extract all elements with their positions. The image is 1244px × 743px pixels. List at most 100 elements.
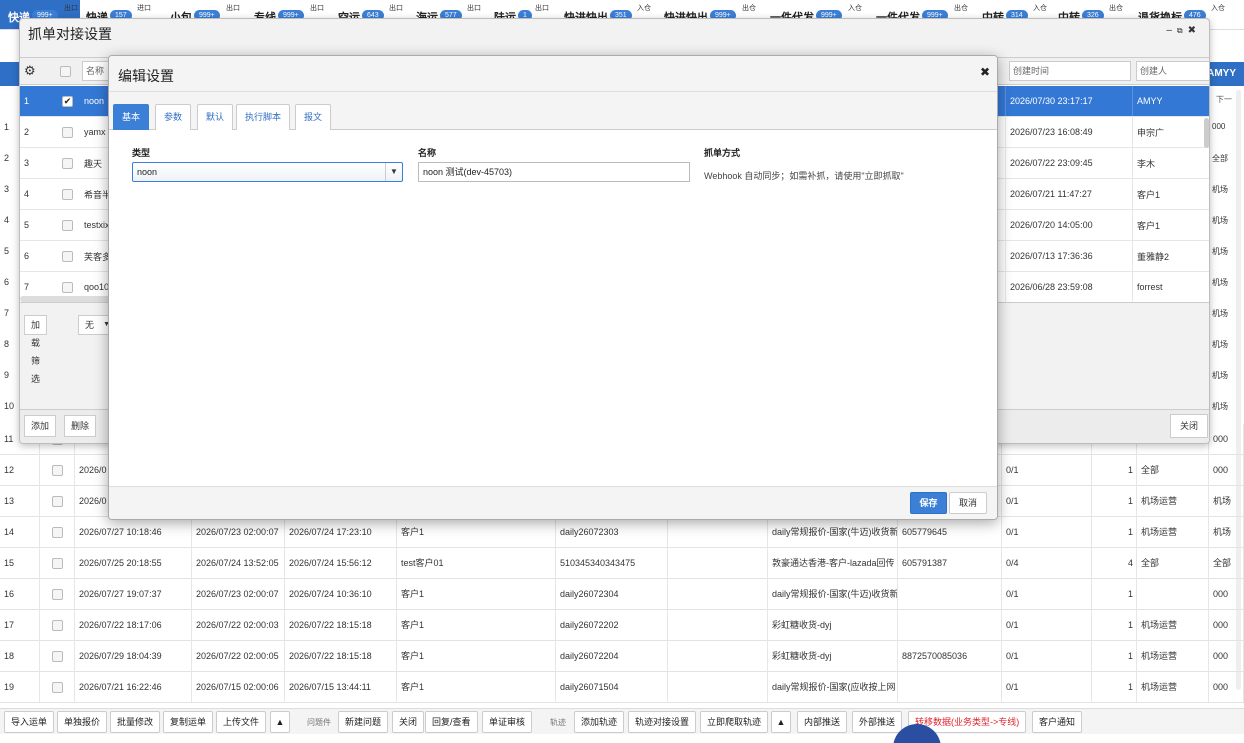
table-row[interactable]: 19 2026/07/21 16:22:46 2026/07/15 02:00:06…: [0, 672, 1244, 703]
table-cell: 2026/07/21 16:22:46: [75, 672, 192, 703]
checkbox[interactable]: [52, 527, 63, 539]
row-checkbox[interactable]: [58, 241, 82, 271]
delete-button[interactable]: 删除: [64, 415, 97, 437]
tab-message[interactable]: 报文: [295, 104, 332, 130]
table-cell: 2026/07/22 02:00:03: [192, 610, 285, 641]
name-input[interactable]: noon 测试(dev-45703): [418, 162, 690, 182]
close-icon[interactable]: ✖: [1188, 25, 1201, 36]
internal-push-button[interactable]: 内部推送: [797, 711, 848, 733]
row-checkbox[interactable]: [58, 148, 82, 178]
single-quote-button[interactable]: 单独报价: [57, 711, 108, 733]
row-checkbox[interactable]: [58, 210, 82, 240]
tab-default[interactable]: 默认: [197, 104, 234, 130]
row-checkbox[interactable]: [40, 641, 75, 672]
created-time: 2026/07/23 16:08:49: [1005, 117, 1131, 147]
type-select[interactable]: noon ▼: [132, 162, 403, 182]
add-track-button[interactable]: 添加轨迹: [574, 711, 625, 733]
checkbox[interactable]: [62, 126, 73, 138]
select-all-checkbox[interactable]: [56, 58, 80, 84]
row-checkbox[interactable]: [40, 672, 75, 703]
table-cell: 0/4: [1002, 548, 1092, 579]
close-button[interactable]: 关闭: [1170, 414, 1209, 438]
row-number: 2: [24, 127, 30, 137]
expand-up-icon[interactable]: ▲: [270, 711, 290, 733]
copy-waybill-button[interactable]: 复制运单: [163, 711, 214, 733]
table-row[interactable]: 14 2026/07/27 10:18:46 2026/07/23 02:00:07…: [0, 517, 1244, 548]
table-cell: [1137, 579, 1209, 610]
checkbox[interactable]: [62, 250, 73, 262]
tab-script[interactable]: 执行脚本: [236, 104, 291, 130]
external-push-button[interactable]: 外部推送: [852, 711, 903, 733]
checkbox[interactable]: [52, 558, 63, 570]
checkbox[interactable]: [52, 620, 63, 632]
import-waybill-button[interactable]: 导入运单: [4, 711, 55, 733]
new-issue-button[interactable]: 新建问题: [338, 711, 389, 733]
tab-basic[interactable]: 基本: [113, 104, 150, 130]
checkbox[interactable]: [62, 157, 73, 169]
checkbox[interactable]: [52, 682, 63, 694]
row-checkbox[interactable]: [40, 610, 75, 641]
pull-track-button[interactable]: 立即爬取轨迹: [700, 711, 769, 733]
table-cell: daily常规报价-国家(牛迈)收货新: [768, 579, 898, 610]
track-settings-button[interactable]: 轨迹对接设置: [628, 711, 697, 733]
checkbox[interactable]: [62, 281, 73, 293]
top-tab-direction: 出口: [226, 5, 240, 12]
checkbox[interactable]: [62, 219, 73, 231]
tab-params[interactable]: 参数: [155, 104, 192, 130]
row-checkbox[interactable]: [58, 117, 82, 147]
track-label: 轨迹: [550, 718, 566, 727]
checkbox[interactable]: [62, 188, 73, 200]
restore-icon[interactable]: ⧉: [1177, 26, 1188, 35]
table-row[interactable]: 16 2026/07/27 19:07:37 2026/07/23 02:00:07…: [0, 579, 1244, 610]
minimize-icon[interactable]: –: [1166, 25, 1177, 36]
add-button[interactable]: 添加: [24, 415, 57, 437]
row-checkbox[interactable]: [40, 517, 75, 548]
table-cell: 彩虹糖收货-dyj: [768, 610, 898, 641]
table-cell: 2026/07/15 13:44:11: [285, 672, 397, 703]
checkbox[interactable]: [52, 496, 63, 508]
row-number: 1: [4, 122, 10, 132]
row-checkbox[interactable]: [58, 179, 82, 209]
grid-vscrollbar[interactable]: [1204, 118, 1209, 148]
row-checkbox[interactable]: [40, 486, 75, 517]
upload-file-button[interactable]: 上传文件: [216, 711, 267, 733]
document-audit-button[interactable]: 单证审核: [482, 711, 533, 733]
grab-method-text: Webhook 自动同步；如需补抓，请使用"立即抓取": [704, 171, 904, 181]
load-filter-button[interactable]: 加载筛选: [24, 315, 48, 384]
table-cell: 605791387: [898, 548, 1002, 579]
table-cell: 机场: [1209, 486, 1244, 517]
table-cell: 0/1: [1002, 610, 1092, 641]
table-row[interactable]: 15 2026/07/25 20:18:55 2026/07/24 13:52:05…: [0, 548, 1244, 579]
top-tab-direction: 出仓: [954, 5, 968, 12]
creator-filter-input[interactable]: 创建人: [1136, 61, 1209, 81]
close-icon[interactable]: ✖: [980, 65, 990, 79]
row-number: 9: [4, 370, 10, 380]
issues-label: 问题件: [307, 718, 331, 727]
creator: AMYY: [1132, 86, 1209, 116]
table-cell: daily26072303: [556, 517, 668, 548]
row-checkbox[interactable]: ✔: [58, 86, 82, 116]
checkbox[interactable]: [52, 589, 63, 601]
chevron-down-icon[interactable]: ▼: [385, 163, 402, 181]
creator: 董雅静2: [1132, 241, 1209, 271]
reply-view-button[interactable]: 回复/查看: [425, 711, 478, 733]
table-row[interactable]: 17 2026/07/22 18:17:06 2026/07/22 02:00:03…: [0, 610, 1244, 641]
table-cell: 0/1: [1002, 641, 1092, 672]
top-tab-direction: 入仓: [1033, 5, 1047, 12]
checkbox-checked-icon[interactable]: ✔: [62, 95, 73, 107]
customer-notify-button[interactable]: 客户通知: [1032, 711, 1083, 733]
expand-up-icon[interactable]: ▲: [771, 711, 791, 733]
table-row[interactable]: 18 2026/07/29 18:04:39 2026/07/22 02:00:05…: [0, 641, 1244, 672]
row-checkbox[interactable]: [40, 579, 75, 610]
cancel-button[interactable]: 取消: [949, 492, 987, 514]
created-time-filter-input[interactable]: 创建时间: [1009, 61, 1131, 81]
save-button[interactable]: 保存: [910, 492, 947, 514]
gear-icon[interactable]: ⚙: [20, 58, 48, 84]
row-number: 7: [4, 308, 10, 318]
row-checkbox[interactable]: [40, 548, 75, 579]
batch-edit-button[interactable]: 批量修改: [110, 711, 161, 733]
close-issue-button[interactable]: 关闭: [392, 711, 425, 733]
checkbox[interactable]: [52, 465, 63, 477]
checkbox[interactable]: [52, 651, 63, 663]
row-checkbox[interactable]: [40, 455, 75, 486]
